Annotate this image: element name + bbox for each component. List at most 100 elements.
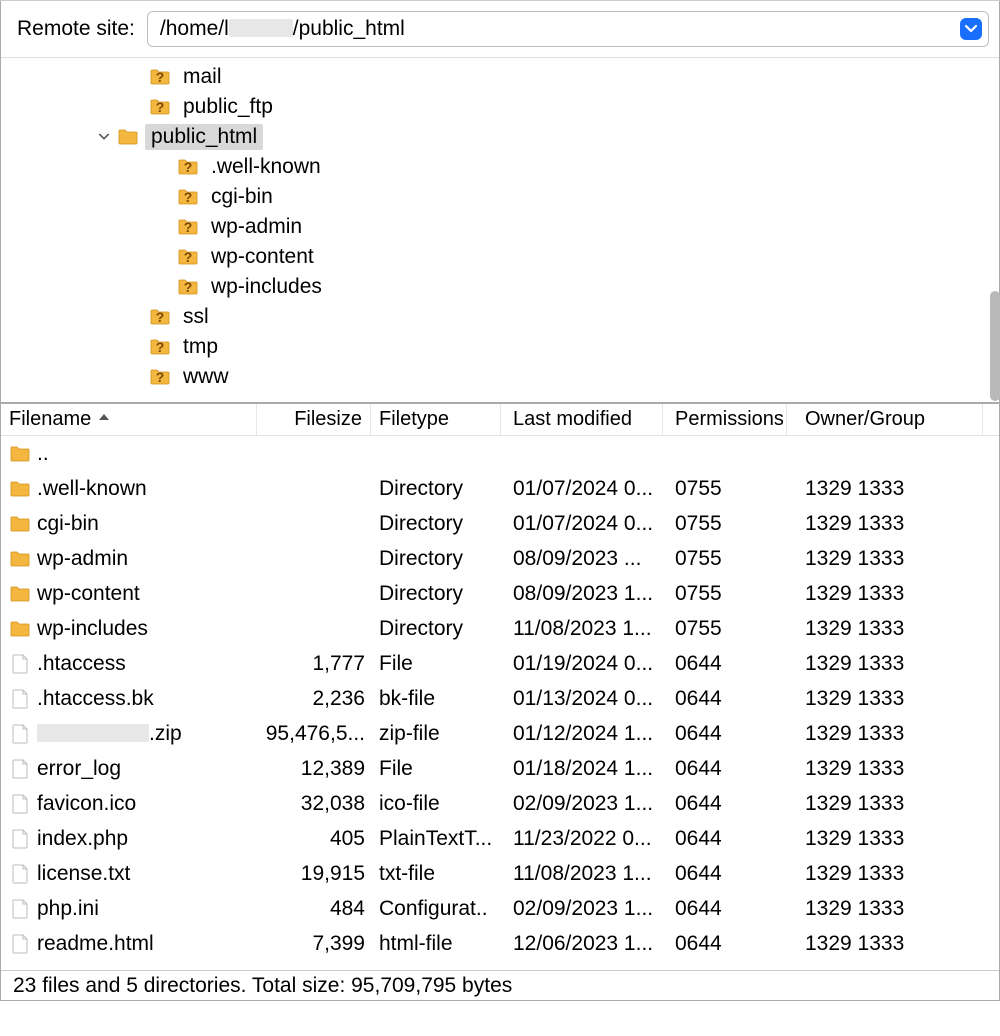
- tree-item[interactable]: public_ftp: [1, 92, 999, 122]
- cell-filename: index.php: [37, 827, 257, 851]
- cell-ownergroup: 1329 1333: [787, 687, 999, 711]
- tree-item[interactable]: public_html: [1, 122, 999, 152]
- cell-lastmodified: 02/09/2023 1...: [501, 897, 663, 921]
- cell-permissions: 0755: [663, 477, 787, 501]
- folder-question-icon: [177, 216, 199, 238]
- tree-item[interactable]: mail: [1, 62, 999, 92]
- folder-icon: [9, 443, 37, 465]
- cell-filetype: txt-file: [371, 862, 501, 886]
- cell-lastmodified: 01/07/2024 0...: [501, 512, 663, 536]
- scrollbar-thumb[interactable]: [990, 291, 1000, 401]
- cell-filesize: 12,389: [257, 757, 371, 781]
- cell-filename: php.ini: [37, 897, 257, 921]
- header-filesize[interactable]: Filesize: [257, 404, 371, 435]
- cell-permissions: 0755: [663, 582, 787, 606]
- cell-filename: .htaccess.bk: [37, 687, 257, 711]
- tree-item-label: cgi-bin: [205, 184, 279, 210]
- folder-question-icon: [177, 186, 199, 208]
- cell-lastmodified: 11/08/2023 1...: [501, 617, 663, 641]
- cell-filetype: File: [371, 757, 501, 781]
- path-dropdown-button[interactable]: [960, 18, 982, 40]
- folder-icon: [9, 583, 37, 605]
- cell-filename: favicon.ico: [37, 792, 257, 816]
- table-row[interactable]: wp-contentDirectory08/09/2023 1...075513…: [1, 576, 999, 611]
- cell-filesize: 7,399: [257, 932, 371, 956]
- cell-ownergroup: 1329 1333: [787, 862, 999, 886]
- file-icon: [9, 793, 37, 815]
- cell-permissions: 0644: [663, 652, 787, 676]
- file-icon: [9, 933, 37, 955]
- folder-icon: [9, 478, 37, 500]
- header-ownergroup[interactable]: Owner/Group: [787, 404, 983, 435]
- folder-question-icon: [177, 156, 199, 178]
- table-row[interactable]: error_log12,389File01/18/2024 1...064413…: [1, 751, 999, 786]
- cell-ownergroup: 1329 1333: [787, 722, 999, 746]
- file-rows[interactable]: ...well-knownDirectory01/07/2024 0...075…: [1, 436, 999, 970]
- cell-filetype: Directory: [371, 477, 501, 501]
- tree-item[interactable]: ssl: [1, 302, 999, 332]
- table-row[interactable]: .htaccess1,777File01/19/2024 0...0644132…: [1, 646, 999, 681]
- table-row[interactable]: ..: [1, 436, 999, 471]
- cell-filename: readme.html: [37, 932, 257, 956]
- cell-permissions: 0644: [663, 757, 787, 781]
- remote-tree-panel[interactable]: mailpublic_ftppublic_html.well-knowncgi-…: [1, 57, 999, 402]
- tree-item[interactable]: .well-known: [1, 152, 999, 182]
- cell-filename: cgi-bin: [37, 512, 257, 536]
- table-row[interactable]: .htaccess.bk2,236bk-file01/13/2024 0...0…: [1, 681, 999, 716]
- cell-ownergroup: 1329 1333: [787, 897, 999, 921]
- table-row[interactable]: wp-includesDirectory11/08/2023 1...07551…: [1, 611, 999, 646]
- tree-item[interactable]: wp-includes: [1, 272, 999, 302]
- tree-item-label: wp-content: [205, 244, 320, 270]
- header-filename[interactable]: Filename: [1, 404, 257, 435]
- tree-item-label: mail: [177, 64, 228, 90]
- cell-filesize: 95,476,5...: [257, 722, 371, 746]
- cell-filetype: PlainTextT...: [371, 827, 501, 851]
- table-row[interactable]: favicon.ico32,038ico-file02/09/2023 1...…: [1, 786, 999, 821]
- table-row[interactable]: license.txt19,915txt-file11/08/2023 1...…: [1, 856, 999, 891]
- cell-filetype: Directory: [371, 617, 501, 641]
- remote-path-field[interactable]: /home/l/public_html: [147, 11, 989, 47]
- status-bar: 23 files and 5 directories. Total size: …: [1, 970, 999, 1000]
- tree-item[interactable]: www: [1, 362, 999, 392]
- cell-filename: ..: [37, 442, 257, 466]
- cell-lastmodified: 01/18/2024 1...: [501, 757, 663, 781]
- table-row[interactable]: readme.html7,399html-file12/06/2023 1...…: [1, 926, 999, 961]
- cell-ownergroup: 1329 1333: [787, 827, 999, 851]
- table-row[interactable]: cgi-binDirectory01/07/2024 0...07551329 …: [1, 506, 999, 541]
- folder-icon: [9, 548, 37, 570]
- chevron-down-icon[interactable]: [97, 131, 111, 143]
- cell-filesize: 484: [257, 897, 371, 921]
- table-row[interactable]: php.ini484Configurat..02/09/2023 1...064…: [1, 891, 999, 926]
- cell-filename: wp-includes: [37, 617, 257, 641]
- table-row[interactable]: wp-adminDirectory08/09/2023 ...07551329 …: [1, 541, 999, 576]
- folder-question-icon: [149, 336, 171, 358]
- folder-icon: [9, 618, 37, 640]
- folder-icon: [117, 126, 139, 148]
- cell-lastmodified: 08/09/2023 1...: [501, 582, 663, 606]
- cell-ownergroup: 1329 1333: [787, 652, 999, 676]
- cell-filename: .htaccess: [37, 652, 257, 676]
- cell-lastmodified: 01/13/2024 0...: [501, 687, 663, 711]
- tree-item[interactable]: wp-content: [1, 242, 999, 272]
- cell-filename: .well-known: [37, 477, 257, 501]
- cell-permissions: 0644: [663, 897, 787, 921]
- header-filetype[interactable]: Filetype: [371, 404, 501, 435]
- cell-lastmodified: 11/08/2023 1...: [501, 862, 663, 886]
- table-row[interactable]: index.php405PlainTextT...11/23/2022 0...…: [1, 821, 999, 856]
- table-row[interactable]: .well-knownDirectory01/07/2024 0...07551…: [1, 471, 999, 506]
- cell-filename: error_log: [37, 757, 257, 781]
- cell-filetype: Directory: [371, 547, 501, 571]
- file-icon: [9, 758, 37, 780]
- table-row[interactable]: .zip95,476,5...zip-file01/12/2024 1...06…: [1, 716, 999, 751]
- folder-question-icon: [177, 246, 199, 268]
- folder-icon: [9, 513, 37, 535]
- header-lastmodified[interactable]: Last modified: [501, 404, 663, 435]
- tree-item[interactable]: tmp: [1, 332, 999, 362]
- path-bar: Remote site: /home/l/public_html: [1, 5, 999, 57]
- tree-item[interactable]: wp-admin: [1, 212, 999, 242]
- file-icon: [9, 688, 37, 710]
- cell-ownergroup: 1329 1333: [787, 792, 999, 816]
- tree-item[interactable]: cgi-bin: [1, 182, 999, 212]
- status-text: 23 files and 5 directories. Total size: …: [13, 974, 512, 998]
- header-permissions[interactable]: Permissions: [663, 404, 787, 435]
